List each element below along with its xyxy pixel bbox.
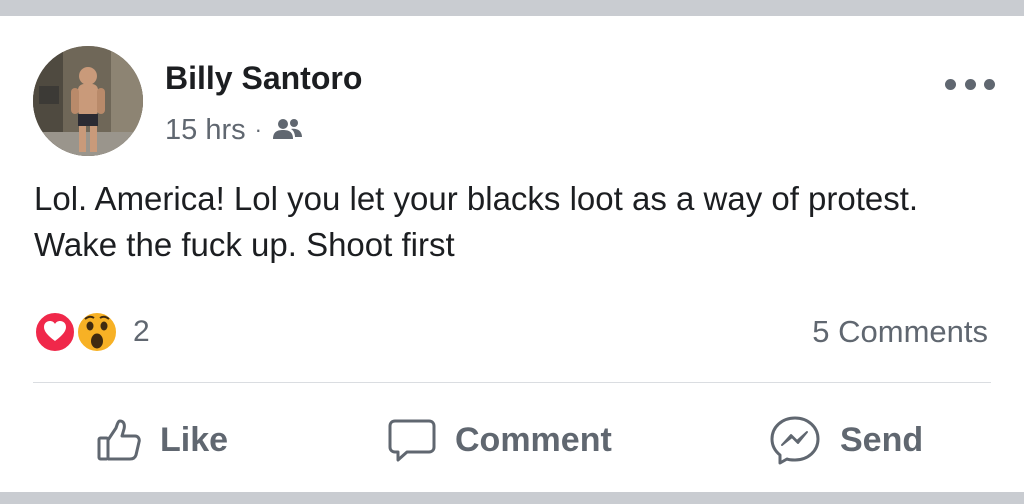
thumbs-up-icon — [97, 419, 141, 461]
post-text: Lol. America! Lol you let your blacks lo… — [34, 180, 919, 263]
comment-icon — [388, 419, 436, 462]
feed-separator-bottom — [0, 492, 1024, 504]
post-meta: 15 hrs · — [165, 112, 304, 148]
reactions-summary[interactable]: 2 — [33, 310, 150, 354]
author-name[interactable]: Billy Santoro — [165, 60, 362, 97]
send-button[interactable]: Send — [768, 412, 923, 468]
menu-dot — [984, 78, 995, 90]
menu-dot — [945, 78, 956, 90]
feed-post: Billy Santoro 15 hrs · Lol. America! Lol… — [0, 16, 1024, 492]
feed-separator-top — [0, 0, 1024, 16]
like-label: Like — [160, 420, 229, 459]
love-reaction-icon — [34, 311, 76, 353]
friends-icon[interactable] — [272, 117, 304, 143]
more-options-icon[interactable] — [945, 74, 995, 94]
reaction-count: 2 — [133, 315, 150, 348]
wow-reaction-icon — [76, 311, 118, 353]
meta-separator: · — [254, 117, 262, 142]
post-timestamp[interactable]: 15 hrs — [165, 114, 246, 147]
send-label: Send — [840, 420, 924, 459]
comment-button[interactable]: Comment — [387, 412, 612, 468]
like-button[interactable]: Like — [96, 412, 228, 468]
menu-dot — [964, 78, 976, 90]
messenger-icon — [770, 416, 820, 465]
avatar[interactable] — [33, 46, 143, 156]
avatar-photo — [33, 46, 143, 156]
comments-count[interactable]: 5 Comments — [812, 310, 988, 354]
comment-label: Comment — [455, 420, 612, 459]
reaction-icons — [34, 311, 118, 353]
divider — [33, 382, 991, 383]
